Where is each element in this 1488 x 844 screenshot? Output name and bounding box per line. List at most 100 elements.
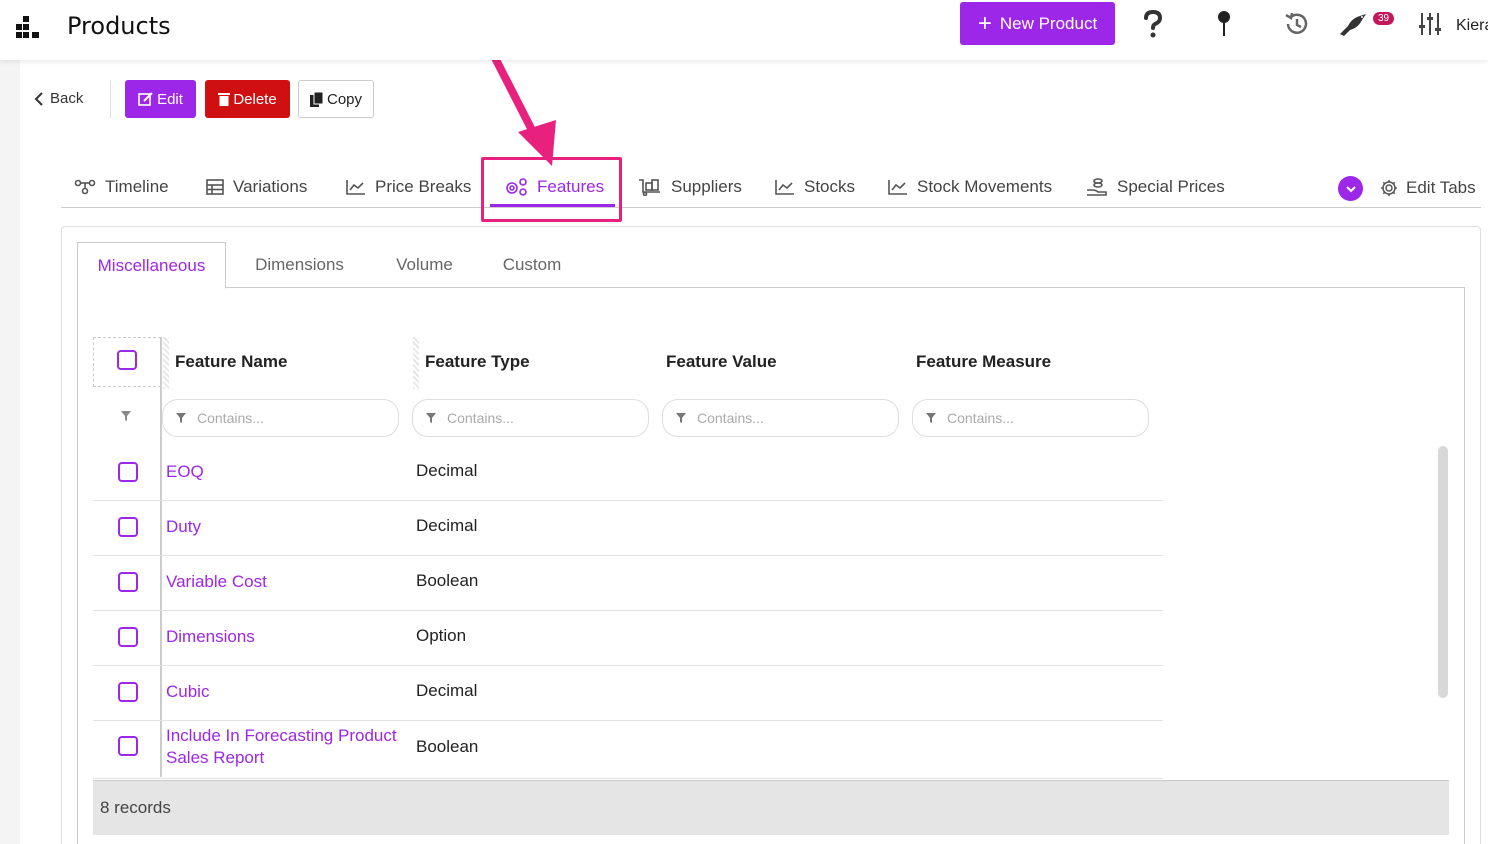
row-checkbox[interactable] xyxy=(118,462,138,482)
help-icon[interactable] xyxy=(1137,8,1169,40)
gear-icon xyxy=(1381,180,1397,196)
filter-icon xyxy=(121,411,131,421)
chevron-down-icon xyxy=(1345,185,1356,192)
column-header-feature-measure[interactable]: Feature Measure xyxy=(916,352,1051,372)
top-bar: Products + New Product 39 Kieran xyxy=(0,0,1488,60)
table-row[interactable]: Include In Forecasting Product Sales Rep… xyxy=(93,721,1163,779)
filter-icon xyxy=(426,413,436,423)
filter-feature-name-input[interactable] xyxy=(197,410,377,426)
back-label: Back xyxy=(50,90,84,107)
feature-name-link[interactable]: Cubic xyxy=(166,681,406,703)
edit-tabs-label: Edit Tabs xyxy=(1406,178,1476,197)
crow-icon[interactable] xyxy=(1338,8,1370,40)
filter-feature-value xyxy=(662,399,899,437)
column-header-feature-name[interactable]: Feature Name xyxy=(175,352,287,372)
table-row[interactable]: EOQ Decimal xyxy=(93,446,1163,501)
app-logo-icon[interactable] xyxy=(14,16,42,40)
history-icon[interactable] xyxy=(1281,8,1313,40)
page-title: Products xyxy=(67,12,171,40)
grid-footer: 8 records xyxy=(93,780,1449,835)
feature-type-cell: Decimal xyxy=(416,461,478,480)
subtab-volume[interactable]: Volume xyxy=(377,242,472,288)
filter-feature-type xyxy=(412,399,649,437)
subtab-custom[interactable]: Custom xyxy=(487,242,577,288)
row-checkbox[interactable] xyxy=(118,627,138,647)
tabs-overflow-toggle[interactable] xyxy=(1338,176,1363,201)
filter-icon xyxy=(676,413,686,423)
tab-price-breaks[interactable]: Price Breaks xyxy=(346,177,471,197)
tab-stocks-label: Stocks xyxy=(804,177,856,196)
edit-tabs-button[interactable]: Edit Tabs xyxy=(1380,178,1476,198)
filter-feature-name xyxy=(162,399,399,437)
sub-tab-bar: Miscellaneous Dimensions Volume Custom xyxy=(77,242,1465,289)
copy-icon xyxy=(309,91,324,107)
tab-variations[interactable]: Variations xyxy=(206,177,307,197)
feature-type-cell: Decimal xyxy=(416,516,478,535)
feature-name-link[interactable]: Dimensions xyxy=(166,626,406,648)
tab-special-prices-label: Special Prices xyxy=(1117,177,1225,196)
table-row[interactable]: Duty Decimal xyxy=(93,501,1163,556)
filter-icon xyxy=(176,413,186,423)
chevron-left-icon xyxy=(34,91,43,106)
feature-name-link[interactable]: Variable Cost xyxy=(166,571,406,593)
new-product-button[interactable]: + New Product xyxy=(960,2,1115,45)
feature-type-cell: Boolean xyxy=(416,571,479,590)
row-checkbox[interactable] xyxy=(118,736,138,756)
filter-feature-type-input[interactable] xyxy=(447,410,627,426)
back-link[interactable]: Back xyxy=(34,90,83,107)
table-row[interactable]: Variable Cost Boolean xyxy=(93,556,1163,611)
notification-badge: 39 xyxy=(1373,12,1395,25)
subtab-dimensions[interactable]: Dimensions xyxy=(242,242,357,288)
copy-button[interactable]: Copy xyxy=(298,80,374,118)
tab-special-prices[interactable]: Special Prices xyxy=(1086,177,1225,197)
pin-icon[interactable] xyxy=(1208,8,1240,40)
column-resize-handle[interactable] xyxy=(413,337,419,389)
trash-icon xyxy=(218,93,231,106)
left-sidebar-strip xyxy=(0,60,20,844)
row-checkbox[interactable] xyxy=(118,572,138,592)
table-icon xyxy=(206,179,224,195)
edit-button[interactable]: Edit xyxy=(125,80,196,118)
hand-coins-icon xyxy=(1087,178,1107,196)
filter-feature-value-input[interactable] xyxy=(697,410,877,426)
tab-suppliers[interactable]: Suppliers xyxy=(638,177,742,197)
table-row[interactable]: Dimensions Option xyxy=(93,611,1163,666)
subtab-miscellaneous[interactable]: Miscellaneous xyxy=(77,242,226,289)
line-chart-icon xyxy=(346,180,365,195)
row-checkbox[interactable] xyxy=(118,682,138,702)
feature-name-link[interactable]: Duty xyxy=(166,516,406,538)
new-product-label: New Product xyxy=(999,13,1098,33)
feature-type-cell: Decimal xyxy=(416,681,478,700)
record-count: 8 records xyxy=(100,798,171,817)
select-all-checkbox[interactable] xyxy=(117,350,137,370)
column-resize-handle[interactable] xyxy=(163,337,169,389)
line-chart-icon xyxy=(888,180,907,195)
column-header-feature-type[interactable]: Feature Type xyxy=(425,352,530,372)
feature-name-link[interactable]: Include In Forecasting Product Sales Rep… xyxy=(166,725,406,769)
user-name[interactable]: Kieran xyxy=(1456,17,1488,35)
plus-icon: + xyxy=(977,9,992,37)
feature-type-cell: Boolean xyxy=(416,737,479,756)
filter-feature-measure xyxy=(912,399,1149,437)
tab-timeline[interactable]: Timeline xyxy=(74,177,169,197)
delete-button[interactable]: Delete xyxy=(205,80,290,118)
feature-name-link[interactable]: EOQ xyxy=(166,461,406,483)
dolly-icon xyxy=(639,179,660,196)
edit-label: Edit xyxy=(157,90,183,108)
tab-stock-movements[interactable]: Stock Movements xyxy=(888,177,1052,197)
tab-stock-movements-label: Stock Movements xyxy=(917,177,1053,196)
filter-icon xyxy=(926,413,936,423)
row-checkbox[interactable] xyxy=(118,517,138,537)
tab-suppliers-label: Suppliers xyxy=(671,177,742,196)
grid-scrollbar[interactable] xyxy=(1438,446,1448,698)
timeline-icon xyxy=(74,179,96,195)
sliders-icon[interactable] xyxy=(1414,8,1446,40)
tab-stocks[interactable]: Stocks xyxy=(775,177,855,197)
column-header-feature-value[interactable]: Feature Value xyxy=(666,352,777,372)
table-row[interactable]: Cubic Decimal xyxy=(93,666,1163,721)
edit-icon xyxy=(138,92,153,106)
action-divider xyxy=(110,80,111,118)
filter-feature-measure-input[interactable] xyxy=(947,410,1127,426)
delete-label: Delete xyxy=(233,90,277,108)
tab-price-breaks-label: Price Breaks xyxy=(375,177,472,196)
